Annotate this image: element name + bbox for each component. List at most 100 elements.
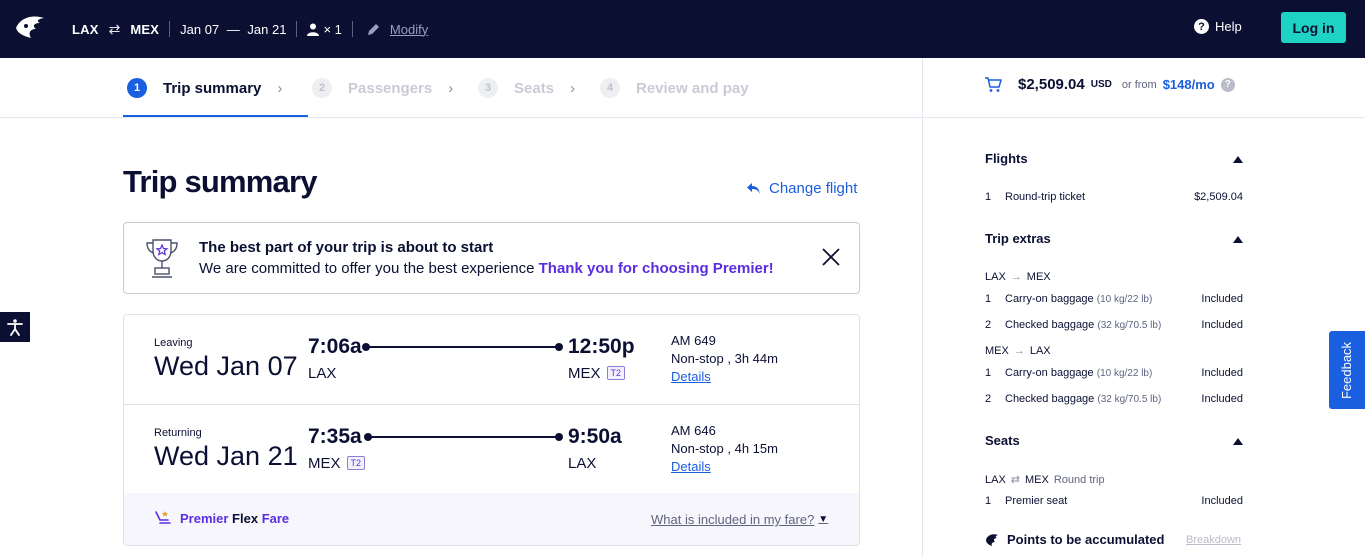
return-date: Jan 21 bbox=[247, 21, 287, 37]
divider bbox=[351, 21, 353, 37]
passenger-count: × 1 bbox=[307, 22, 342, 37]
step-trip-summary[interactable]: 1 Trip summary › bbox=[127, 58, 282, 118]
step-passengers: 2 Passengers › bbox=[312, 58, 453, 118]
collapse-seats-icon[interactable] bbox=[1233, 438, 1243, 445]
step-number: 1 bbox=[127, 78, 147, 98]
airline-logo-icon[interactable] bbox=[14, 14, 48, 42]
feedback-label: Feedback bbox=[1339, 341, 1355, 399]
swap-arrows-icon: ⇄ bbox=[1010, 474, 1021, 486]
info-icon[interactable]: ? bbox=[1220, 77, 1235, 92]
item-number: 1 bbox=[985, 191, 992, 203]
route-to: MEX bbox=[1025, 473, 1049, 486]
route-end-dot bbox=[555, 343, 563, 351]
flight-itinerary-card: Leaving Wed Jan 07 7:06a 12:50p LAX MEX T… bbox=[123, 314, 860, 546]
person-icon bbox=[307, 23, 320, 36]
arrival-airport: MEX T2 bbox=[568, 365, 626, 382]
departure-time: 7:06a bbox=[308, 335, 362, 358]
item-label: Round-trip ticket bbox=[1005, 191, 1086, 203]
divider bbox=[169, 21, 171, 37]
item-number: 2 bbox=[985, 319, 992, 331]
item-value: Included bbox=[1201, 367, 1243, 379]
reclining-seat-icon bbox=[155, 511, 171, 524]
route-line bbox=[368, 436, 558, 438]
item-number: 1 bbox=[985, 293, 992, 305]
step-number: 4 bbox=[600, 78, 620, 98]
checkout-steps: 1 Trip summary › 2 Passengers › 3 Seats … bbox=[0, 58, 922, 118]
collapse-extras-icon[interactable] bbox=[1233, 236, 1243, 243]
help-label: Help bbox=[1215, 19, 1242, 34]
loyalty-logo-icon bbox=[986, 534, 998, 546]
feedback-tab[interactable]: Feedback bbox=[1329, 331, 1365, 409]
flight-details-link[interactable]: Details bbox=[671, 369, 711, 384]
change-flight-label: Change flight bbox=[769, 180, 858, 197]
fare-word-fare: Fare bbox=[261, 510, 290, 526]
item-label: Checked baggage bbox=[1005, 319, 1095, 331]
flight-date: Wed Jan 07 bbox=[154, 351, 298, 381]
login-button[interactable]: Log in bbox=[1281, 12, 1346, 43]
fare-row: Premier Flex Fare What is included in my… bbox=[124, 493, 859, 545]
close-icon[interactable] bbox=[820, 246, 842, 268]
departure-airport: MEX T2 bbox=[308, 455, 366, 472]
accessibility-icon bbox=[7, 319, 23, 336]
item-sub: (32 kg/70.5 lb) bbox=[1097, 320, 1162, 331]
modify-search-link[interactable]: Modify bbox=[367, 22, 428, 37]
cart-summary[interactable]: $2,509.04 USD or from $148/mo ? bbox=[984, 76, 1235, 93]
item-label: Premier seat bbox=[1005, 495, 1068, 507]
banner-accent: Thank you for choosing Premier! bbox=[538, 260, 774, 277]
destination-code: MEX bbox=[130, 21, 160, 37]
item-label: Carry-on baggage bbox=[1005, 367, 1094, 379]
arrival-time: 12:50p bbox=[568, 335, 635, 358]
route-end-dot bbox=[555, 433, 563, 441]
trip-dates: Jan 07 — Jan 21 bbox=[180, 22, 286, 37]
sidebar-seats-title: Seats bbox=[985, 433, 1020, 448]
route-from: LAX bbox=[985, 271, 1006, 283]
origin-code: LAX bbox=[72, 21, 99, 37]
swap-arrows-icon: ⇄ bbox=[108, 20, 121, 37]
flight-details-link[interactable]: Details bbox=[671, 459, 711, 474]
breakdown-link[interactable]: Breakdown bbox=[1186, 534, 1241, 546]
flight-direction-label: Returning bbox=[154, 427, 202, 439]
change-flight-link[interactable]: Change flight bbox=[746, 180, 857, 197]
sidebar-extra-item: 2 Checked baggage (32 kg/70.5 lb) Includ… bbox=[985, 319, 1243, 331]
arrival-code: LAX bbox=[568, 455, 597, 472]
collapse-flights-icon[interactable] bbox=[1233, 156, 1243, 163]
monthly-price-link[interactable]: $148/mo bbox=[1163, 77, 1215, 92]
chevron-right-icon: › bbox=[570, 79, 576, 97]
flight-number: AM 646 bbox=[671, 423, 716, 438]
help-link[interactable]: ? Help bbox=[1194, 19, 1242, 34]
departure-airport: LAX bbox=[308, 365, 336, 382]
fare-word-premier: Premier bbox=[180, 510, 229, 526]
route-from: MEX bbox=[985, 345, 1009, 357]
date-dash: — bbox=[226, 21, 240, 37]
reply-arrow-icon bbox=[747, 183, 760, 194]
chevron-right-icon: › bbox=[277, 79, 283, 97]
step-number: 2 bbox=[312, 78, 332, 98]
item-label: Checked baggage bbox=[1005, 393, 1095, 405]
trip-route-summary: LAX ⇄ MEX Jan 07 — Jan 21 × 1 Modify bbox=[72, 0, 428, 58]
flight-stops-duration: Non-stop , 3h 44m bbox=[671, 351, 778, 366]
caret-down-icon: ▼ bbox=[818, 514, 829, 525]
arrival-code: MEX bbox=[568, 365, 601, 382]
departure-time: 7:35a bbox=[308, 425, 362, 448]
sidebar-divider bbox=[922, 58, 923, 557]
divider bbox=[296, 21, 298, 37]
terminal-badge: T2 bbox=[346, 456, 366, 470]
fare-inclusions-link[interactable]: What is included in my fare? ▼ bbox=[651, 512, 828, 527]
points-label: Points to be accumulated bbox=[1007, 532, 1165, 547]
fare-inclusions-label: What is included in my fare? bbox=[651, 512, 815, 527]
sidebar-seat-item: 1 Premier seat Included bbox=[985, 495, 1243, 507]
item-value: Included bbox=[1201, 319, 1243, 331]
depart-date: Jan 07 bbox=[180, 21, 220, 37]
return-flight-row: Returning Wed Jan 21 7:35a 9:50a MEX T2 L… bbox=[124, 404, 859, 493]
item-number: 2 bbox=[985, 393, 992, 405]
accessibility-button[interactable] bbox=[0, 312, 30, 342]
points-accumulated: Points to be accumulated bbox=[985, 532, 1164, 547]
header-divider bbox=[0, 117, 1365, 118]
sidebar-flight-item: 1 Round-trip ticket $2,509.04 bbox=[985, 191, 1243, 203]
welcome-banner: The best part of your trip is about to s… bbox=[123, 222, 860, 294]
step-label: Review and pay bbox=[636, 79, 749, 97]
item-sub: (10 kg/22 lb) bbox=[1096, 368, 1153, 379]
question-icon: ? bbox=[1194, 19, 1209, 34]
banner-heading: The best part of your trip is about to s… bbox=[199, 239, 494, 256]
item-value: Included bbox=[1201, 293, 1243, 305]
